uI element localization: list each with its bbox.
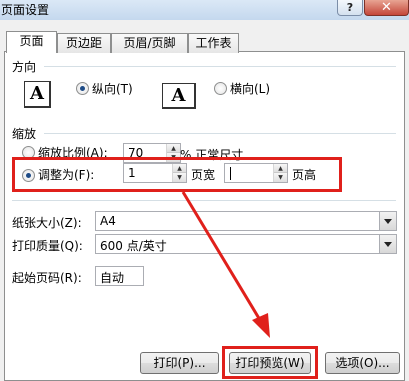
arrow-line bbox=[181, 191, 265, 326]
tab-page[interactable]: 页面 bbox=[6, 31, 57, 53]
annotation-arrow bbox=[181, 191, 270, 338]
arrow-head bbox=[252, 313, 270, 338]
